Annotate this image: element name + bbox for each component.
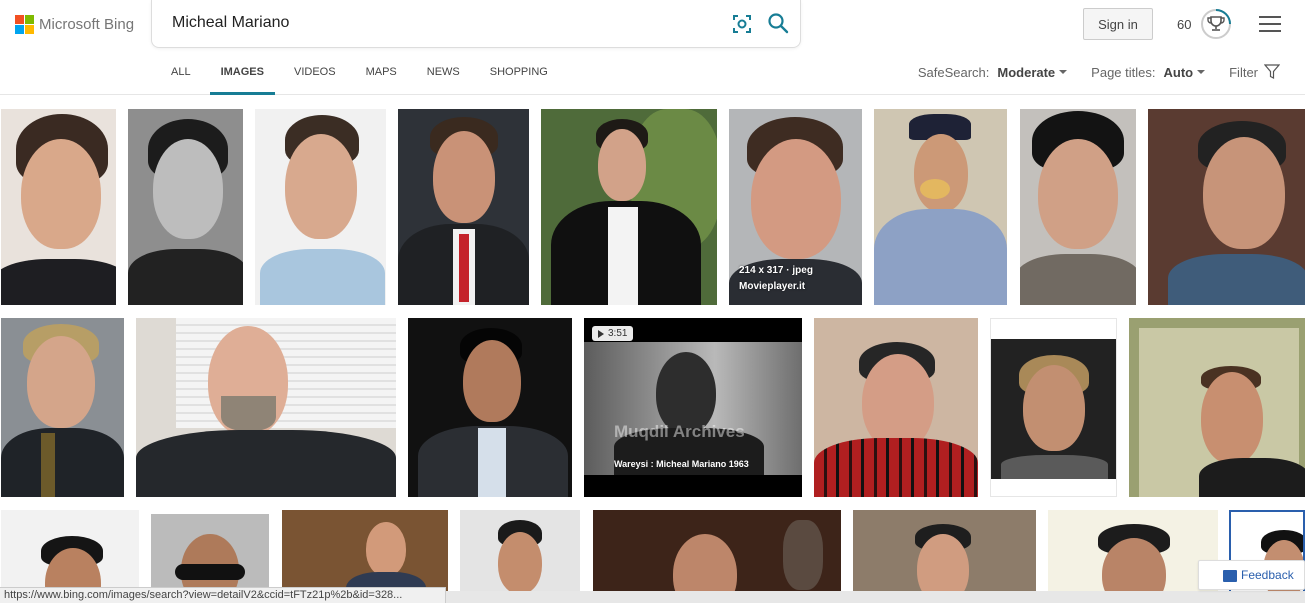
filter-button[interactable]: Filter (1229, 65, 1258, 80)
search-input[interactable] (172, 14, 692, 32)
tab-all[interactable]: ALL (160, 60, 202, 95)
search-box (151, 0, 801, 48)
sign-in-button[interactable]: Sign in (1083, 8, 1153, 40)
brand-name: Microsoft Bing (39, 16, 135, 33)
image-result[interactable] (1148, 109, 1305, 305)
image-result[interactable] (1020, 109, 1136, 305)
feedback-button[interactable]: Feedback (1198, 560, 1305, 590)
image-result[interactable] (1, 109, 116, 305)
feedback-label: Feedback (1241, 568, 1294, 582)
image-result[interactable] (990, 318, 1117, 497)
microsoft-logo-icon (15, 15, 34, 34)
image-result[interactable] (398, 109, 529, 305)
tab-shopping[interactable]: SHOPPING (479, 60, 559, 95)
image-result[interactable] (255, 109, 386, 305)
image-result[interactable] (541, 109, 717, 305)
tab-maps[interactable]: MAPS (355, 60, 408, 95)
funnel-icon[interactable] (1264, 64, 1280, 80)
video-watermark: Muqdil Archives (614, 422, 745, 441)
video-duration: 3:51 (608, 328, 628, 339)
visual-search-icon[interactable] (732, 14, 752, 34)
image-hover-overlay: 214 x 317 · jpeg Movieplayer.it (729, 261, 862, 305)
image-result[interactable] (593, 510, 841, 603)
video-result[interactable]: 3:51 Muqdil Archives Wareysi : Micheal M… (584, 318, 802, 497)
vertical-tabs: ALL IMAGES VIDEOS MAPS NEWS SHOPPING (160, 60, 559, 95)
search-icon[interactable] (767, 12, 789, 34)
tab-videos[interactable]: VIDEOS (283, 60, 347, 95)
image-dimensions: 214 x 317 · jpeg (739, 265, 813, 276)
image-result[interactable] (853, 510, 1036, 603)
image-result[interactable] (128, 109, 243, 305)
filter-bar: SafeSearch: Moderate Page titles: Auto F… (918, 64, 1280, 80)
page-titles-dropdown[interactable]: Auto (1164, 65, 1194, 80)
rewards-points[interactable]: 60 (1177, 17, 1191, 32)
feedback-chat-icon (1223, 570, 1237, 582)
image-result[interactable] (408, 318, 572, 497)
page-titles-label: Page titles: (1091, 64, 1156, 80)
link-status-bar: https://www.bing.com/images/search?view=… (0, 587, 446, 603)
header-bar: Microsoft Bing Sign in 60 ALL IMAGES VID… (0, 0, 1305, 95)
image-result[interactable] (136, 318, 396, 497)
chevron-down-icon[interactable] (1059, 70, 1068, 74)
safesearch-label: SafeSearch: (917, 64, 990, 80)
image-result[interactable] (1048, 510, 1218, 603)
tab-news[interactable]: NEWS (416, 60, 471, 95)
hamburger-menu-icon[interactable] (1259, 16, 1281, 32)
image-result[interactable] (814, 318, 978, 497)
image-result[interactable] (1, 318, 124, 497)
image-result[interactable] (460, 510, 580, 603)
play-icon (598, 329, 604, 338)
image-source-link[interactable]: Movieplayer.it (739, 281, 852, 292)
image-result-hovered[interactable]: 214 x 317 · jpeg Movieplayer.it (729, 109, 862, 305)
safesearch-dropdown[interactable]: Moderate (997, 65, 1055, 80)
chevron-down-icon[interactable] (1197, 70, 1206, 74)
tab-images[interactable]: IMAGES (209, 60, 276, 95)
image-result[interactable] (874, 109, 1007, 305)
video-duration-badge: 3:51 (592, 326, 634, 341)
bing-logo[interactable]: Microsoft Bing (15, 15, 134, 34)
rewards-trophy-icon[interactable] (1200, 8, 1232, 40)
image-result[interactable] (1129, 318, 1305, 497)
video-caption: Wareysi : Micheal Mariano 1963 (614, 459, 749, 469)
